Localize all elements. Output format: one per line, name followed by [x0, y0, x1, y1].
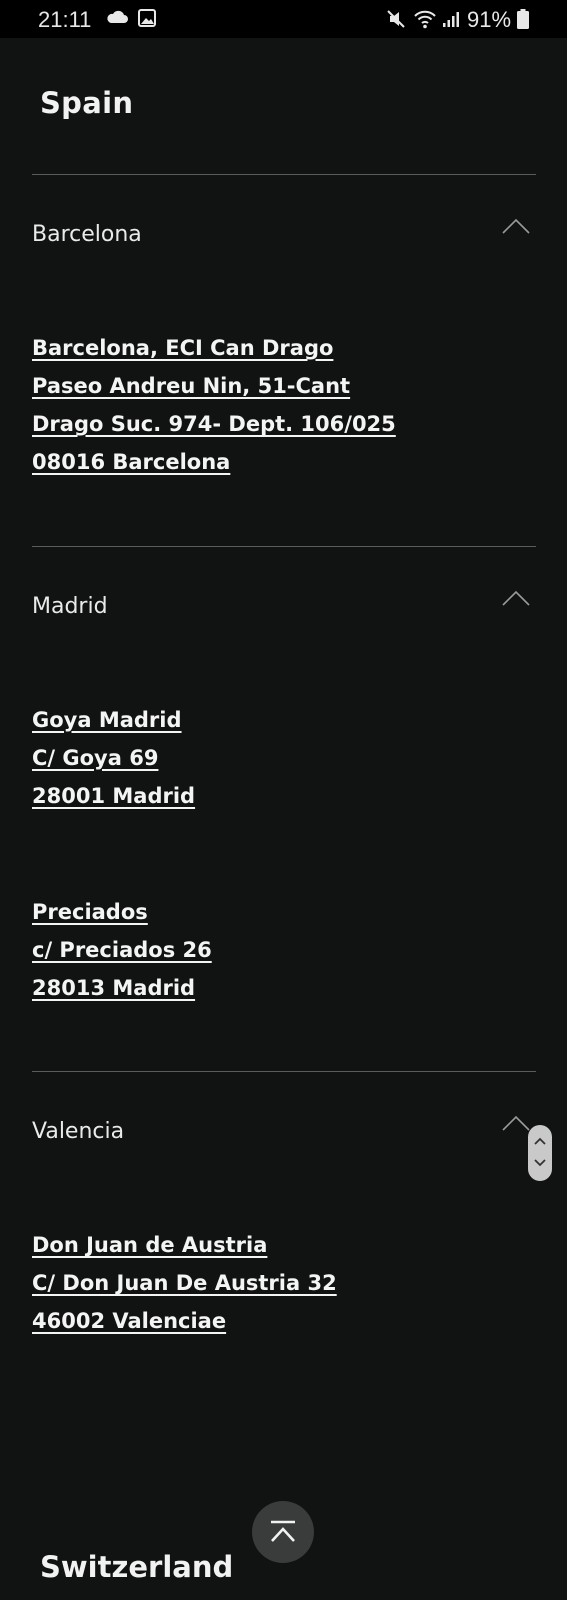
store-link[interactable]: 08016 Barcelona	[32, 443, 396, 481]
store-link[interactable]: Don Juan de Austria	[32, 1226, 337, 1264]
store-link[interactable]: C/ Goya 69	[32, 739, 195, 777]
mute-icon	[387, 10, 405, 28]
status-time: 21:11	[38, 7, 92, 32]
country-title: Switzerland	[40, 1550, 234, 1584]
store-address: Goya Madrid C/ Goya 69 28001 Madrid	[32, 701, 195, 815]
store-address: Preciados c/ Preciados 26 28013 Madrid	[32, 893, 212, 1007]
city-name: Barcelona	[32, 222, 142, 247]
chevron-up-icon	[502, 1115, 530, 1131]
store-link[interactable]: Barcelona, ECI Can Drago	[32, 329, 396, 367]
store-link[interactable]: Preciados	[32, 893, 212, 931]
scroll-handle[interactable]	[528, 1125, 552, 1181]
chevron-up-icon	[502, 218, 530, 234]
store-address: Don Juan de Austria C/ Don Juan De Austr…	[32, 1226, 337, 1340]
battery-percent: 91%	[467, 7, 512, 32]
store-link[interactable]: 28001 Madrid	[32, 777, 195, 815]
status-bar: 21:11 91%	[0, 0, 567, 38]
cloud-icon	[107, 10, 128, 23]
store-link[interactable]: Paseo Andreu Nin, 51-Cant	[32, 367, 396, 405]
arrow-to-top-icon	[271, 1520, 295, 1542]
store-link[interactable]: C/ Don Juan De Austria 32	[32, 1264, 337, 1302]
back-to-top-button[interactable]	[252, 1501, 314, 1563]
photo-icon	[138, 9, 156, 27]
store-link[interactable]: Drago Suc. 974- Dept. 106/025	[32, 405, 396, 443]
store-link[interactable]: 28013 Madrid	[32, 969, 212, 1007]
chevron-up-icon	[502, 590, 530, 606]
wifi-icon	[414, 10, 436, 29]
city-name: Valencia	[32, 1119, 125, 1144]
divider	[32, 546, 536, 547]
divider	[32, 174, 536, 175]
city-accordion-barcelona[interactable]: Barcelona	[32, 216, 536, 256]
store-link[interactable]: c/ Preciados 26	[32, 931, 212, 969]
chevron-up-icon	[534, 1137, 546, 1145]
store-link[interactable]: 46002 Valenciae	[32, 1302, 337, 1340]
chevron-down-icon	[534, 1159, 546, 1167]
country-title: Spain	[40, 86, 134, 120]
store-locator-screen: 21:11 91% Spain Barcelona Barcelona, ECI…	[0, 0, 567, 1600]
city-name: Madrid	[32, 594, 108, 619]
store-address: Barcelona, ECI Can Drago Paseo Andreu Ni…	[32, 329, 396, 481]
battery-icon	[517, 9, 529, 29]
divider	[32, 1071, 536, 1072]
city-accordion-madrid[interactable]: Madrid	[32, 588, 536, 628]
signal-icon	[443, 12, 459, 27]
store-link[interactable]: Goya Madrid	[32, 701, 195, 739]
city-accordion-valencia[interactable]: Valencia	[32, 1113, 536, 1153]
